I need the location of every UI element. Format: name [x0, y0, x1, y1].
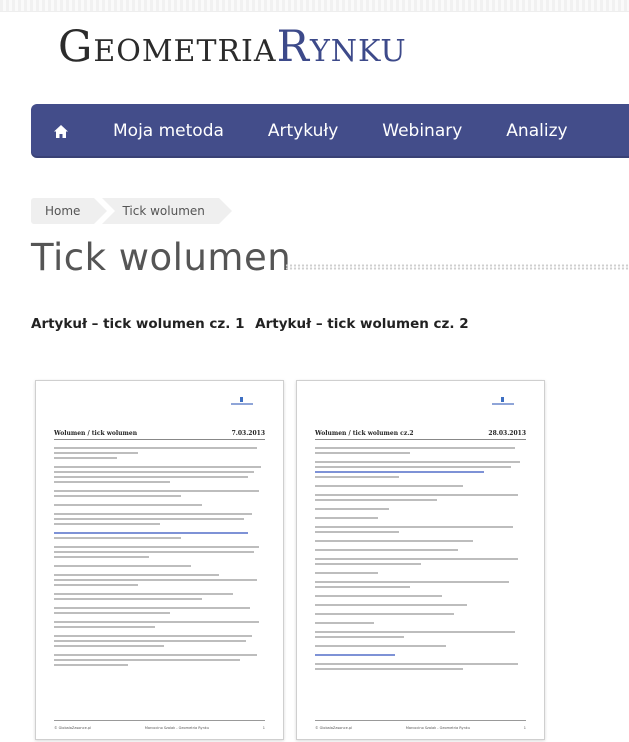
document-header-rule [315, 439, 526, 440]
document-footer: © GlobalaZasonce.pl Marcocino Szalak - G… [315, 726, 526, 730]
document-footer-center: Marcocino Szalak - Geometria Rynku [405, 726, 470, 730]
document-date: 28.03.2013 [488, 430, 526, 437]
document-title: Wolumen / tick wolumen cz.2 [315, 430, 414, 437]
document-logo-icon [231, 397, 253, 405]
document-body-text [54, 447, 265, 669]
top-pattern-strip [0, 0, 629, 12]
title-dotted-divider [285, 264, 629, 270]
breadcrumb-home[interactable]: Home [31, 198, 108, 224]
breadcrumb: Home Tick wolumen [31, 198, 233, 224]
document-footer-rule [54, 720, 265, 721]
document-footer: © GlobalaZasonce.pl Marcocino Szalak - G… [54, 726, 265, 730]
document-footer-center: Marcocino Szalak - Geometria Rynku [144, 726, 209, 730]
site-logo[interactable]: GeometriaRynku [58, 26, 407, 69]
document-title: Wolumen / tick wolumen [54, 430, 138, 437]
document-footer-left: © GlobalaZasonce.pl [54, 726, 92, 730]
article-thumbnail-part-1[interactable]: Wolumen / tick wolumen 7.03.2013 © Globa… [35, 380, 284, 740]
logo-word-1: Geometria [58, 22, 277, 72]
document-logo-icon [492, 397, 514, 405]
article-links: Artykuł – tick wolumen cz. 1 Artykuł – t… [31, 316, 475, 332]
nav-item-webinary[interactable]: Webinary [360, 104, 484, 158]
home-icon [54, 124, 68, 138]
document-footer-page: 1 [523, 726, 526, 730]
logo-word-2: Rynku [276, 22, 407, 72]
article-thumbnail-part-2[interactable]: Wolumen / tick wolumen cz.2 28.03.2013 ©… [296, 380, 545, 740]
document-footer-left: © GlobalaZasonce.pl [315, 726, 353, 730]
page-title: Tick wolumen [31, 236, 292, 279]
nav-item-artykuly[interactable]: Artykuły [246, 104, 360, 158]
document-header: Wolumen / tick wolumen 7.03.2013 [54, 425, 265, 437]
nav-home-button[interactable] [31, 104, 91, 158]
document-header-rule [54, 439, 265, 440]
nav-item-moja-metoda[interactable]: Moja metoda [91, 104, 246, 158]
main-navigation: Moja metoda Artykuły Webinary Analizy [31, 104, 629, 158]
article-link-part-2[interactable]: Artykuł – tick wolumen cz. 2 [255, 316, 468, 332]
document-footer-page: 1 [262, 726, 265, 730]
article-link-part-1[interactable]: Artykuł – tick wolumen cz. 1 [31, 316, 244, 332]
nav-item-analizy[interactable]: Analizy [484, 104, 589, 158]
document-footer-rule [315, 720, 526, 721]
breadcrumb-current: Tick wolumen [102, 198, 233, 224]
document-body-text [315, 447, 526, 673]
document-date: 7.03.2013 [231, 430, 265, 437]
document-header: Wolumen / tick wolumen cz.2 28.03.2013 [315, 425, 526, 437]
